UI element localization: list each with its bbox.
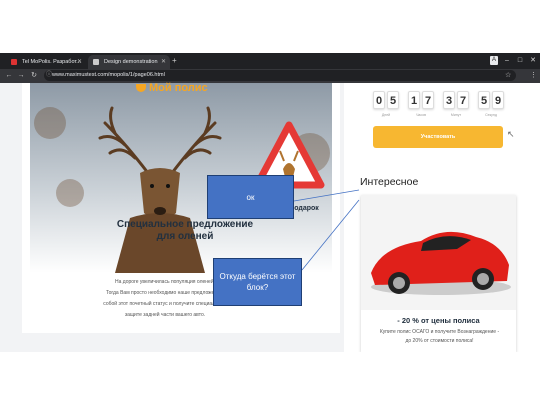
promo-text-line: защите задней части вашего авто. [124,312,206,318]
tab-label: Design demonstration [104,59,158,65]
ok-annotation: ок [207,175,294,219]
participate-button[interactable]: Участвовать [373,126,503,148]
minimize-button[interactable]: – [500,53,514,69]
site-logo: Мой полис [149,82,208,94]
countdown-unit-days: Дней [381,113,391,117]
red-car-image [361,195,516,310]
gift-label: подарок [290,205,319,212]
countdown-digit: 0 [373,91,385,109]
tab-mopolis[interactable]: Tel MoPolis. Разработ... ✕ [6,55,86,69]
tab-label: Tel MoPolis. Разработ... [22,59,81,65]
interesting-heading: Интересное [360,176,419,188]
tab-design-demonstration[interactable]: Design demonstration ✕ [88,55,170,69]
back-icon[interactable]: ← [4,69,14,83]
profile-icon[interactable]: A [490,56,498,65]
offer-line-2: до 20% от стоимости полиса! [405,338,474,344]
favicon-icon [11,59,17,65]
countdown-unit-seconds: Секунд [485,113,497,117]
countdown-digit: 5 [478,91,490,109]
close-tab-icon[interactable]: ✕ [161,55,166,69]
menu-icon[interactable]: ⋮ [530,69,537,83]
close-window-button[interactable]: ✕ [526,53,540,69]
reload-icon[interactable]: ↻ [29,69,39,83]
close-tab-icon[interactable]: ✕ [77,55,82,69]
countdown-digit: 7 [457,91,469,109]
countdown-unit-hours: Часов [416,113,426,117]
top-letterbox [0,0,540,53]
offer-line-1: Купите полис ОСАГО и получите Вознагражд… [379,329,500,335]
discount-offer: - 20 % от цены полиса [397,316,480,325]
promo-line-1: Специальное предложение [116,219,254,230]
page-favicon-icon [93,59,99,65]
offer-description: Купите полис ОСАГО и получите Вознагражд… [367,328,512,346]
countdown-digit: 3 [443,91,455,109]
url-text: www.maximustest.com/mopolis/1/page06.htm… [52,72,165,78]
countdown-digit: 9 [492,91,504,109]
countdown-digit: 5 [387,91,399,109]
maximize-button[interactable]: □ [513,53,527,69]
new-tab-icon[interactable]: + [172,55,177,67]
question-annotation: Откуда берётся этот блок? [213,258,302,306]
bottom-letterbox [0,352,540,405]
mouse-cursor-icon: ↖ [507,129,515,139]
countdown-digit: 7 [422,91,434,109]
forward-icon[interactable]: → [16,69,26,83]
promo-line-2: для оленей [156,231,214,242]
bookmark-star-icon[interactable]: ☆ [505,69,511,83]
countdown-digit: 1 [408,91,420,109]
promo-heading: Специальное предложение для оленей [100,219,270,243]
countdown-unit-minutes: Минут [450,113,462,117]
